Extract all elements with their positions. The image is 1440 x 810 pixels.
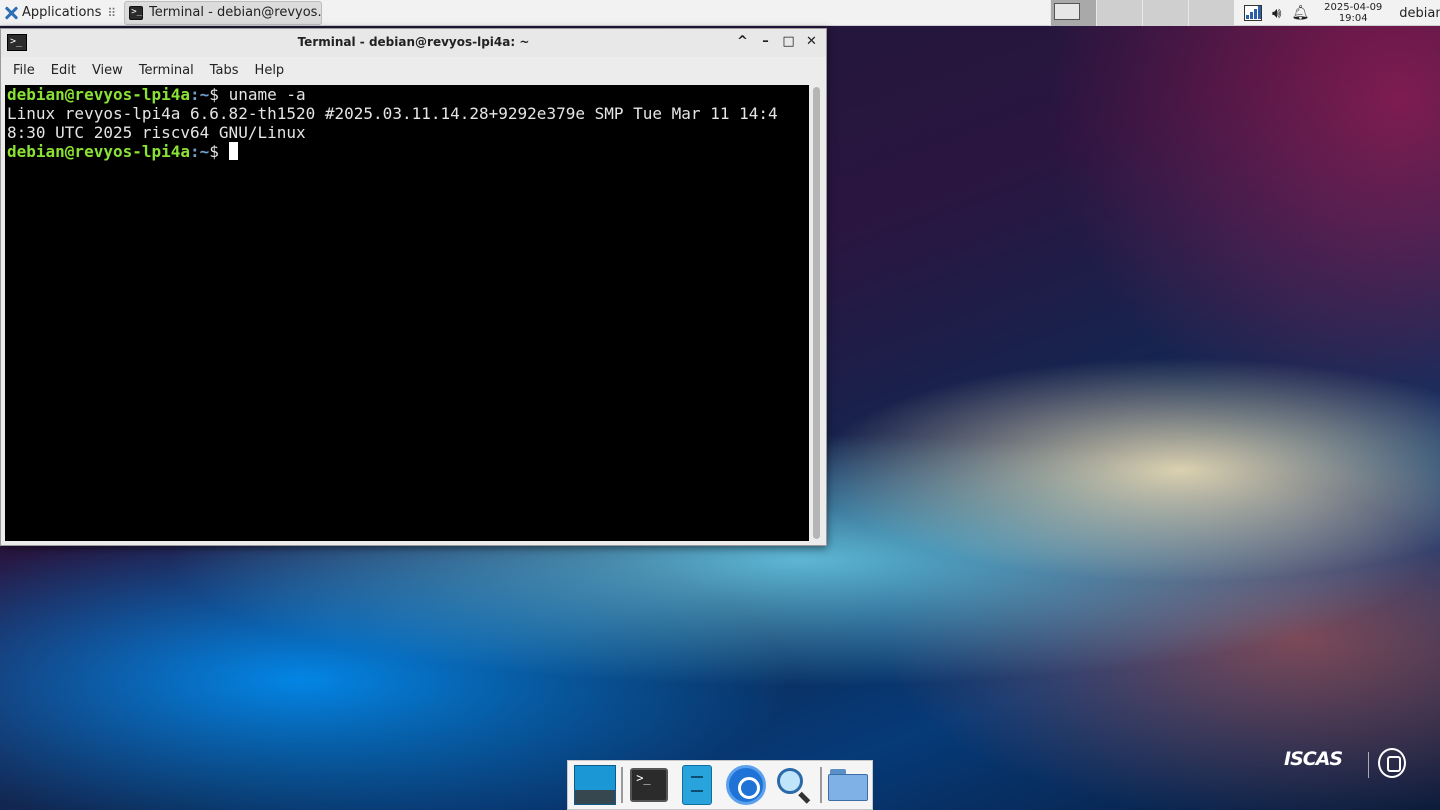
volume-icon[interactable]: 🔊︎ <box>1272 5 1281 21</box>
terminal-icon: >_ <box>129 5 144 20</box>
command-text: uname -a <box>228 85 306 104</box>
applications-separator-icon: ⠿ <box>107 5 117 20</box>
prompt-path: :~ <box>190 142 210 161</box>
top-panel: Applications ⠿ >_ Terminal - debian@revy… <box>0 0 1440 26</box>
maximize-button[interactable]: □ <box>780 33 797 51</box>
menu-terminal[interactable]: Terminal <box>131 63 202 78</box>
browser-icon <box>725 765 766 805</box>
applications-menu-button[interactable]: Applications ⠿ <box>0 0 120 26</box>
dock-terminal[interactable]: >_ <box>625 762 673 808</box>
taskbar-button-label: Terminal - debian@revyos... <box>149 5 323 20</box>
prompt-user: debian@revyos-lpi4a <box>7 85 191 104</box>
dock-web-browser[interactable] <box>721 762 769 808</box>
dock-show-desktop[interactable] <box>571 762 619 808</box>
dock-file-manager[interactable] <box>673 762 721 808</box>
system-tray: 🔊︎ 🔔︎ 2025-04-09 19:04 debian <box>1244 0 1440 26</box>
user-menu[interactable]: debian <box>1399 6 1440 21</box>
workspace-3[interactable] <box>1142 0 1188 26</box>
menu-view[interactable]: View <box>84 63 131 78</box>
window-titlebar[interactable]: >_ Terminal - debian@revyos-lpi4a: ~ ^ –… <box>1 29 826 57</box>
menu-edit[interactable]: Edit <box>43 63 84 78</box>
menu-help[interactable]: Help <box>247 63 293 78</box>
minimize-button[interactable]: – <box>757 33 774 51</box>
workspace-2[interactable] <box>1096 0 1142 26</box>
clock-date: 2025-04-09 <box>1324 2 1383 13</box>
menu-tabs[interactable]: Tabs <box>202 63 247 78</box>
terminal-line-4: debian@revyos-lpi4a:~$ <box>7 142 809 161</box>
show-desktop-icon <box>574 765 617 805</box>
notification-bell-icon[interactable]: 🔔︎ <box>1291 5 1309 21</box>
dock-app-finder[interactable] <box>770 762 818 808</box>
magnifier-icon <box>775 766 813 804</box>
prompt-path: :~ <box>190 85 210 104</box>
terminal-scrollbar[interactable] <box>810 85 824 541</box>
dock-separator <box>621 767 624 803</box>
file-cabinet-icon <box>682 765 713 805</box>
workspace-1[interactable] <box>1050 0 1096 26</box>
dock: >_ <box>567 760 873 810</box>
clock-time: 19:04 <box>1338 13 1368 24</box>
terminal-window: >_ Terminal - debian@revyos-lpi4a: ~ ^ –… <box>0 28 827 546</box>
terminal-line-2: Linux revyos-lpi4a 6.6.82-th1520 #2025.0… <box>7 104 778 123</box>
terminal-line-1: debian@revyos-lpi4a:~$ uname -a <box>7 85 809 104</box>
folder-icon <box>827 769 868 801</box>
terminal-icon: >_ <box>630 768 669 802</box>
menu-file[interactable]: File <box>5 63 43 78</box>
close-button[interactable]: ✕ <box>803 33 820 51</box>
menubar: File Edit View Terminal Tabs Help <box>1 57 826 83</box>
logo-divider <box>1368 752 1369 778</box>
network-icon[interactable] <box>1244 5 1262 21</box>
scrollbar-thumb[interactable] <box>813 87 820 539</box>
iscas-logo-word: ISCAS <box>1284 748 1343 770</box>
window-title: Terminal - debian@revyos-lpi4a: ~ <box>297 35 530 49</box>
taskbar-button-terminal[interactable]: >_ Terminal - debian@revyos... <box>124 0 323 25</box>
workspace-switcher <box>1050 0 1234 26</box>
terminal-line-3: 8:30 UTC 2025 riscv64 GNU/Linux <box>7 123 306 142</box>
iscas-logo: ISCAS <box>1284 748 1343 770</box>
terminal-output[interactable]: debian@revyos-lpi4a:~$ uname -a Linux re… <box>5 85 809 541</box>
window-controls: ^ – □ ✕ <box>734 33 820 51</box>
xfce-logo-icon <box>4 6 18 20</box>
dock-home-folder[interactable] <box>824 762 872 808</box>
dock-separator <box>819 767 822 803</box>
prompt-user: debian@revyos-lpi4a <box>7 142 191 161</box>
prompt-symbol: $ <box>209 85 229 104</box>
seal-icon <box>1378 748 1406 778</box>
workspace-4[interactable] <box>1188 0 1234 26</box>
prompt-symbol: $ <box>209 142 229 161</box>
shade-up-button[interactable]: ^ <box>734 33 751 51</box>
clock[interactable]: 2025-04-09 19:04 <box>1321 2 1385 24</box>
text-cursor <box>228 142 238 160</box>
applications-label: Applications <box>22 5 102 20</box>
